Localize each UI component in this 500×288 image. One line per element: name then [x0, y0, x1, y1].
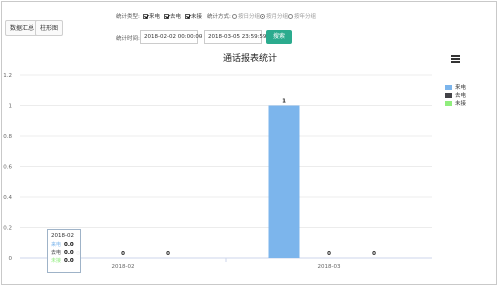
data-label: 0 [372, 251, 376, 257]
y-tick-label: 1.2 [3, 73, 12, 79]
y-tick-label: 0.6 [3, 165, 12, 171]
legend-swatch [445, 92, 452, 98]
data-label: 1 [282, 99, 286, 105]
chart-legend: 来电 去电 未接 [445, 84, 466, 108]
tooltip-series-name: 来电 [51, 242, 62, 248]
x-tick-label: 2018-03 [318, 264, 341, 270]
legend-item-missed[interactable]: 未接 [445, 100, 467, 107]
tooltip-series-name: 去电 [51, 250, 62, 256]
legend-item-incoming[interactable]: 来电 [445, 84, 467, 91]
data-label: 0 [121, 251, 125, 257]
tooltip-series-name: 未接 [51, 258, 62, 264]
x-tick-label: 2018-02 [112, 264, 135, 270]
data-label: 0 [327, 251, 331, 257]
legend-swatch [445, 84, 452, 90]
y-tick-label: 0.8 [3, 134, 12, 140]
data-label: 0 [166, 251, 170, 257]
y-tick-label: 0.4 [3, 195, 12, 201]
y-tick-label: 0.2 [3, 226, 12, 232]
tooltip-row: 去电 0.0 [51, 249, 77, 257]
tooltip-row: 来电 0.0 [51, 241, 77, 249]
chart-tooltip: 2018-02 来电 0.0 去电 0.0 未接 0.0 [47, 229, 81, 273]
bar [268, 105, 300, 258]
tooltip-date: 2018-02 [51, 233, 74, 239]
tooltip-series-value: 0.0 [64, 241, 74, 248]
y-tick-label: 1 [9, 104, 13, 110]
tooltip-row: 未接 0.0 [51, 257, 77, 265]
legend-swatch [445, 100, 452, 106]
legend-label: 未接 [455, 101, 467, 107]
legend-item-outgoing[interactable]: 去电 [445, 92, 467, 99]
y-tick-label: 0 [9, 256, 13, 262]
legend-label: 去电 [455, 93, 467, 99]
tooltip-series-value: 0.0 [64, 257, 74, 264]
legend-label: 来电 [455, 85, 467, 91]
tooltip-series-value: 0.0 [64, 249, 74, 256]
